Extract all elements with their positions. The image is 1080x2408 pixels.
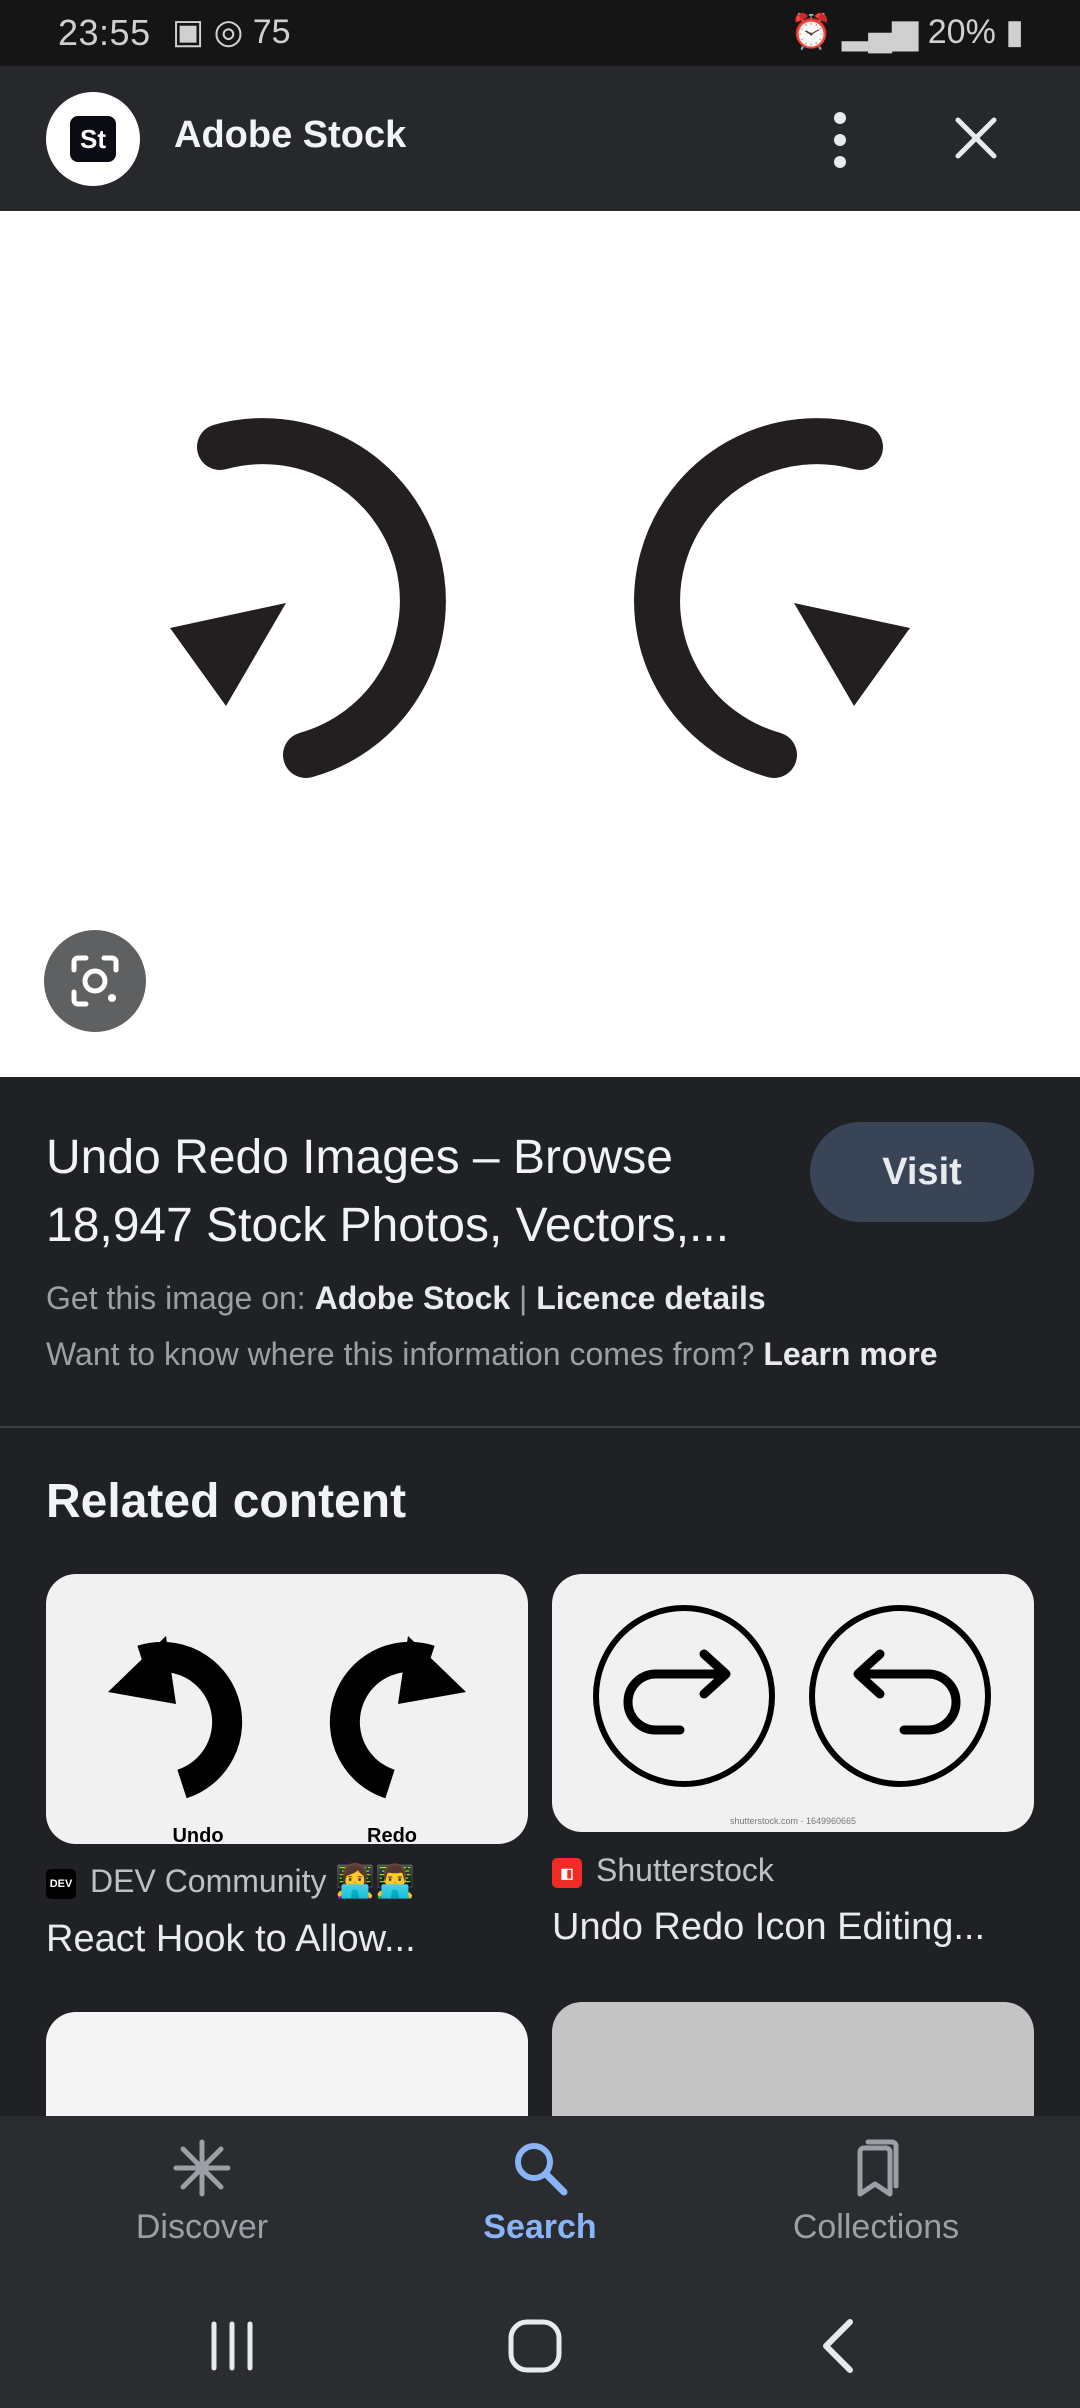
notification-count: 75 [252, 13, 291, 51]
google-lens-button[interactable] [44, 930, 146, 1032]
alarm-icon: ⏰ [790, 13, 833, 51]
learn-more-link[interactable]: Learn more [763, 1336, 937, 1372]
more-options-icon[interactable] [820, 104, 860, 176]
back-icon[interactable] [810, 2316, 870, 2376]
related-card-title[interactable]: React Hook to Allow... [46, 1918, 486, 1961]
result-title-line1: Undo Redo Images – Browse [46, 1131, 673, 1184]
info-question: Want to know where this information come… [46, 1336, 755, 1372]
battery-level: 20% [927, 13, 996, 51]
whatsapp-icon: ◎ [213, 13, 244, 51]
card-source-name: DEV Community 👩‍💻👨‍💻 [90, 1863, 416, 1899]
gallery-icon: ▣ [172, 13, 205, 51]
separator: | [519, 1280, 528, 1316]
source-prefix: Get this image on: [46, 1280, 306, 1316]
dev-community-favicon-icon: DEV [46, 1868, 76, 1899]
bookmarks-icon [846, 2138, 906, 2198]
site-logo: St [46, 92, 140, 186]
result-title-line2: 18,947 Stock Photos, Vectors,... [46, 1199, 730, 1252]
related-card-source: DEV DEV Community 👩‍💻👨‍💻 [46, 1862, 415, 1900]
battery-icon: ▮ [1005, 13, 1024, 51]
card-source-name: Shutterstock [596, 1852, 774, 1888]
related-card-title[interactable]: Undo Redo Icon Editing... [552, 1906, 992, 1949]
status-notification-icons: ▣ ◎ 75 [172, 12, 291, 52]
nav-discover[interactable]: Discover [82, 2138, 322, 2247]
related-content-heading: Related content [46, 1475, 407, 1528]
home-icon[interactable] [505, 2316, 565, 2376]
close-icon[interactable] [950, 112, 1002, 164]
related-card-source: ◧ Shutterstock [552, 1852, 774, 1889]
visit-button[interactable]: Visit [810, 1122, 1034, 1222]
nav-collections[interactable]: Collections [756, 2138, 996, 2247]
asterisk-icon [172, 2138, 232, 2198]
source-line: Get this image on: Adobe Stock | Licence… [46, 1280, 766, 1317]
licence-details-link[interactable]: Licence details [536, 1280, 765, 1316]
signal-icon: ▂▄▆ [841, 13, 919, 51]
nav-label: Collections [792, 2208, 960, 2246]
redo-arrow-icon [634, 418, 910, 778]
nav-search[interactable]: Search [420, 2138, 660, 2247]
card-watermark: shutterstock.com · 1649960665 [730, 1816, 856, 1826]
related-card-image[interactable]: Undo Redo [46, 1574, 528, 1844]
undo-arrow-icon [170, 418, 446, 778]
shutterstock-favicon-icon: ◧ [552, 1857, 582, 1888]
divider [0, 1426, 1080, 1428]
recent-apps-icon[interactable] [202, 2316, 262, 2376]
image-preview[interactable] [0, 211, 1080, 1077]
search-icon [510, 2138, 570, 2198]
site-title: Adobe Stock [174, 114, 407, 156]
source-link[interactable]: Adobe Stock [315, 1280, 511, 1316]
card-image-label-undo: Undo [172, 1825, 223, 1844]
card-image-label-redo: Redo [367, 1825, 417, 1844]
lens-icon [71, 955, 119, 1007]
status-system-icons: ⏰ ▂▄▆ 20% ▮ [790, 12, 1024, 52]
related-card-image[interactable]: shutterstock.com · 1649960665 [552, 1574, 1034, 1832]
info-line: Want to know where this information come… [46, 1336, 938, 1373]
nav-label: Discover [135, 2208, 269, 2246]
status-time: 23:55 [58, 12, 151, 53]
result-title[interactable]: Undo Redo Images – Browse 18,947 Stock P… [46, 1124, 786, 1260]
nav-label: Search [483, 2208, 597, 2246]
adobe-stock-logo-icon: St [70, 116, 116, 162]
top-app-bar [0, 66, 1080, 211]
